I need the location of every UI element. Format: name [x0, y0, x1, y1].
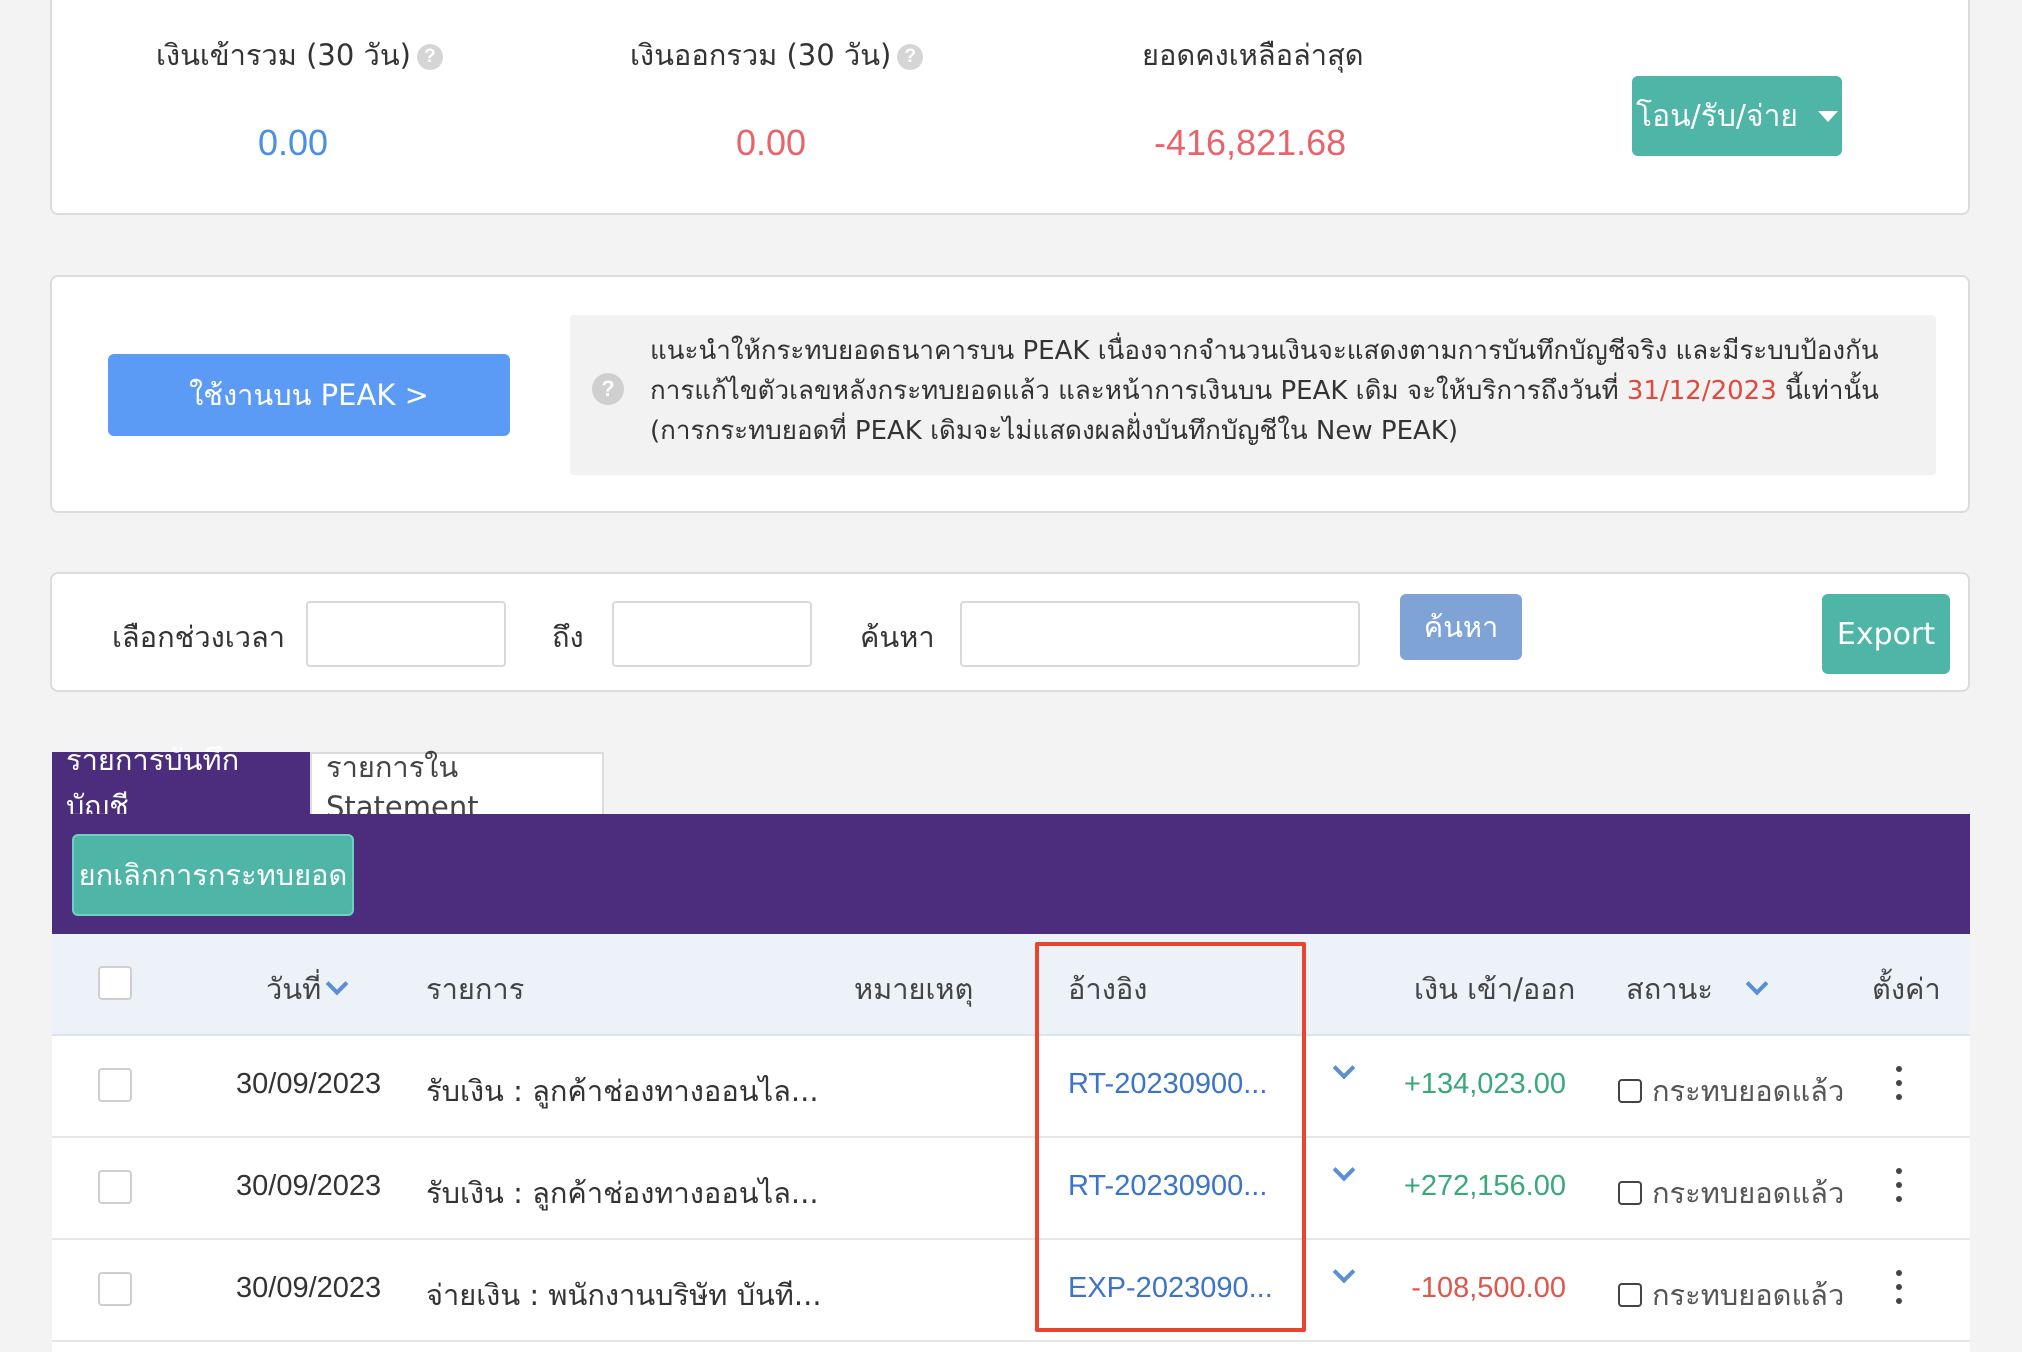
chevron-down-icon[interactable] [1332, 1260, 1356, 1284]
to-label: ถึง [552, 620, 584, 654]
notice-panel: ใช้งานบน PEAK > ? แนะนำให้กระทบยอดธนาคาร… [50, 275, 1970, 513]
search-button[interactable]: ค้นหา [1400, 594, 1522, 660]
cancel-reconcile-button[interactable]: ยกเลิกการกระทบยอด [72, 834, 354, 916]
status-checkbox[interactable] [1618, 1283, 1642, 1307]
chevron-down-icon [1745, 972, 1769, 996]
search-label: ค้นหา [860, 620, 935, 654]
row-item: รับเงิน : ลูกค้าช่องทางออนไล... [426, 1176, 819, 1210]
use-peak-button[interactable]: ใช้งานบน PEAK > [108, 354, 510, 436]
status-checkbox[interactable] [1618, 1079, 1642, 1103]
chevron-down-icon [325, 972, 349, 996]
notice-box: ? แนะนำให้กระทบยอดธนาคารบน PEAK เนื่องจา… [570, 315, 1936, 475]
table-row[interactable]: 30/09/2023 จ่ายเงิน : พนักงานบริษัท บันท… [52, 1240, 1970, 1342]
row-status[interactable]: กระทบยอดแล้ว [1618, 1170, 1844, 1216]
tab-statement-entries[interactable]: รายการใน Statement [310, 750, 604, 824]
help-icon[interactable]: ? [416, 44, 443, 70]
row-checkbox[interactable] [98, 1068, 132, 1102]
row-item: จ่ายเงิน : พนักงานบริษัท บันที... [426, 1278, 822, 1312]
reference-column-highlight [1035, 942, 1306, 1332]
column-settings: ตั้งค่า [1872, 972, 1941, 1006]
help-icon[interactable]: ? [897, 44, 924, 70]
table-header: วันที่ รายการ หมายเหตุ อ้างอิง เงิน เข้า… [52, 934, 1970, 1036]
row-checkbox[interactable] [98, 1272, 132, 1306]
column-note: หมายเหตุ [854, 972, 974, 1006]
row-status[interactable]: กระทบยอดแล้ว [1618, 1068, 1844, 1114]
notice-text: แนะนำให้กระทบยอดธนาคารบน PEAK เนื่องจากจ… [650, 336, 1879, 446]
summary-panel: เงินเข้ารวม (30 วัน)? 0.00 เงินออกรวม (3… [50, 0, 1970, 215]
period-label: เลือกช่วงเวลา [112, 620, 286, 654]
expense-value: 0.00 [736, 122, 807, 163]
row-status[interactable]: กระทบยอดแล้ว [1618, 1272, 1844, 1318]
row-date: 30/09/2023 [236, 1272, 382, 1304]
date-from-input[interactable] [306, 601, 506, 667]
select-all-checkbox[interactable] [98, 966, 132, 1000]
row-date: 30/09/2023 [236, 1068, 382, 1100]
more-options-icon[interactable] [1896, 1066, 1904, 1106]
expense-label: เงินออกรวม (30 วัน)? [630, 32, 924, 78]
income-label: เงินเข้ารวม (30 วัน)? [156, 32, 443, 78]
column-item: รายการ [426, 972, 525, 1006]
row-item: รับเงิน : ลูกค้าช่องทางออนไล... [426, 1074, 819, 1108]
chevron-down-icon[interactable] [1332, 1056, 1356, 1080]
table-row[interactable]: 30/09/2023 รับเงิน : ลูกค้าช่องทางออนไล.… [52, 1138, 1970, 1240]
transfer-receive-pay-button[interactable]: โอน/รับ/จ่าย [1632, 76, 1842, 156]
row-amount: +134,023.00 [1403, 1068, 1566, 1100]
column-amount: เงิน เข้า/ออก [1414, 972, 1576, 1006]
more-options-icon[interactable] [1896, 1270, 1904, 1310]
export-button[interactable]: Export [1822, 594, 1950, 674]
balance-label: ยอดคงเหลือล่าสุด [1142, 38, 1364, 72]
balance-value: -416,821.68 [1154, 122, 1347, 163]
caret-down-icon [1818, 110, 1838, 122]
table-toolbar: ยกเลิกการกระทบยอด [52, 814, 1970, 934]
tab-ledger-entries[interactable]: รายการบันทึกบัญชี [52, 743, 310, 823]
column-status[interactable]: สถานะ [1626, 966, 1769, 1012]
row-checkbox[interactable] [98, 1170, 132, 1204]
notice-deadline-date: 31/12/2023 [1626, 376, 1777, 406]
income-value: 0.00 [258, 122, 329, 163]
row-amount: -108,500.00 [1411, 1272, 1566, 1304]
filter-panel: เลือกช่วงเวลา ถึง ค้นหา ค้นหา Export [50, 572, 1970, 692]
question-icon: ? [592, 373, 624, 405]
row-amount: +272,156.00 [1403, 1170, 1566, 1202]
column-date[interactable]: วันที่ [266, 966, 349, 1012]
chevron-down-icon[interactable] [1332, 1158, 1356, 1182]
search-input[interactable] [960, 601, 1360, 667]
more-options-icon[interactable] [1896, 1168, 1904, 1208]
date-to-input[interactable] [612, 601, 812, 667]
status-checkbox[interactable] [1618, 1181, 1642, 1205]
table-row[interactable]: 30/09/2023 รับเงิน : ลูกค้าช่องทางออนไล.… [52, 1036, 1970, 1138]
row-date: 30/09/2023 [236, 1170, 382, 1202]
transactions-table: วันที่ รายการ หมายเหตุ อ้างอิง เงิน เข้า… [52, 934, 1970, 1352]
